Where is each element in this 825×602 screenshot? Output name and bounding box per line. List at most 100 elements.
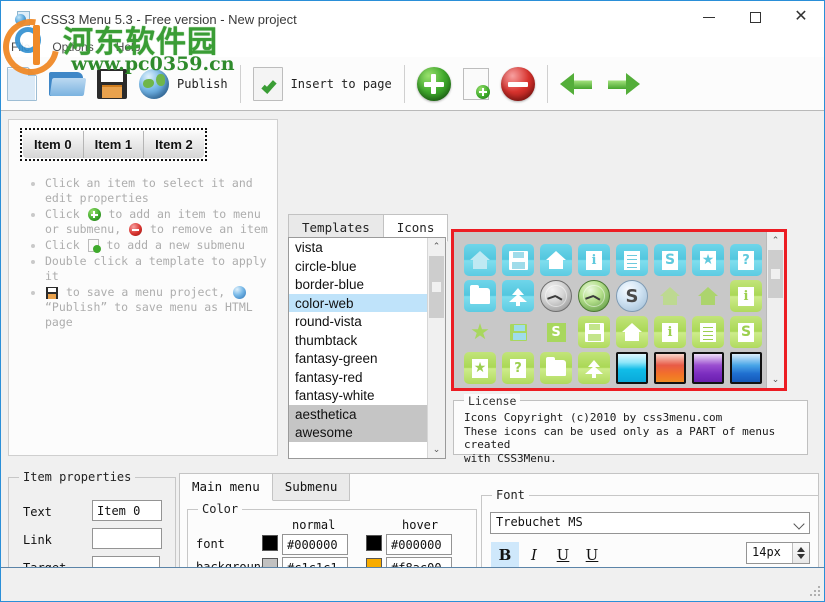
- menu-item-2[interactable]: Item 2: [144, 131, 204, 158]
- icon-tile[interactable]: [575, 315, 613, 351]
- icon-tile[interactable]: [689, 279, 727, 315]
- scrollbar-thumb[interactable]: [429, 256, 444, 318]
- insert-to-page-button[interactable]: Insert to page: [247, 57, 398, 110]
- scroll-up-icon[interactable]: ⌃: [428, 238, 445, 255]
- menu-help[interactable]: Help: [116, 40, 141, 54]
- status-bar: [1, 567, 825, 601]
- bold-button[interactable]: B: [491, 542, 519, 568]
- font-normal-input[interactable]: #000000: [282, 534, 348, 555]
- add-item-button[interactable]: [411, 57, 457, 110]
- icon-tile[interactable]: [613, 243, 651, 279]
- list-item[interactable]: awesome: [289, 423, 427, 442]
- tab-main-menu[interactable]: Main menu: [180, 474, 273, 501]
- list-item[interactable]: round-vista: [289, 312, 427, 331]
- font-size-spinner[interactable]: 14px: [746, 542, 810, 564]
- move-left-button[interactable]: [554, 57, 600, 110]
- icon-tile[interactable]: i: [727, 279, 764, 315]
- underline-alt-button[interactable]: U: [578, 542, 606, 568]
- toolbar-separator-2: [404, 65, 405, 103]
- font-size-value: 14px: [752, 545, 781, 559]
- icons-scrollbar[interactable]: ⌃ ⌄: [766, 232, 784, 388]
- icon-tile[interactable]: [613, 315, 651, 351]
- icons-grid-panel: i S ★ ? S i ★ S: [451, 229, 787, 391]
- list-item[interactable]: fantasy-red: [289, 368, 427, 387]
- icon-set-listbox[interactable]: vista circle-blue border-blue color-web …: [288, 237, 446, 459]
- icon-tile[interactable]: S: [613, 279, 651, 315]
- icon-tile[interactable]: [689, 351, 727, 385]
- resize-grip-icon[interactable]: [810, 586, 822, 598]
- open-project-button[interactable]: [43, 57, 91, 110]
- font-family-select[interactable]: Trebuchet MS: [490, 512, 810, 534]
- icon-tile[interactable]: [651, 279, 689, 315]
- icon-tile[interactable]: i: [575, 243, 613, 279]
- font-family-value: Trebuchet MS: [496, 515, 583, 529]
- icon-tile[interactable]: [727, 351, 764, 385]
- move-right-button[interactable]: [600, 57, 646, 110]
- icon-tile[interactable]: [461, 279, 499, 315]
- hint-list: Click an item to select it and edit prop…: [23, 176, 273, 331]
- minus-icon: [129, 223, 142, 236]
- listbox-scrollbar[interactable]: ⌃ ⌄: [427, 238, 445, 458]
- icon-tile[interactable]: [499, 315, 537, 351]
- underline-button[interactable]: U: [549, 542, 577, 568]
- remove-item-button[interactable]: [495, 57, 541, 110]
- text-label: Text: [23, 505, 52, 519]
- text-input[interactable]: Item 0: [92, 500, 162, 521]
- icon-tile[interactable]: ★: [689, 243, 727, 279]
- save-project-button[interactable]: [91, 57, 133, 110]
- scroll-down-icon[interactable]: ⌄: [428, 441, 445, 458]
- icon-tile[interactable]: S: [727, 315, 764, 351]
- font-normal-swatch[interactable]: [262, 535, 278, 551]
- list-item[interactable]: circle-blue: [289, 257, 427, 276]
- menu-options[interactable]: Options: [52, 40, 93, 54]
- icon-tile[interactable]: [499, 243, 537, 279]
- icon-tile[interactable]: [537, 243, 575, 279]
- icon-tile[interactable]: [575, 351, 613, 385]
- icon-tile[interactable]: ?: [499, 351, 537, 385]
- menu-item-tabs: Item 0 Item 1 Item 2: [20, 128, 207, 161]
- add-submenu-button[interactable]: [457, 57, 495, 110]
- icon-tile[interactable]: ?: [727, 243, 764, 279]
- scrollbar-thumb[interactable]: [768, 250, 783, 298]
- tab-submenu[interactable]: Submenu: [273, 474, 351, 501]
- menu-item-1[interactable]: Item 1: [84, 131, 145, 158]
- list-item[interactable]: aesthetica: [289, 405, 427, 424]
- license-line-3: with CSS3Menu.: [464, 452, 807, 466]
- icon-tile[interactable]: ★: [461, 315, 499, 351]
- icon-tile[interactable]: [689, 315, 727, 351]
- scroll-down-icon[interactable]: ⌄: [767, 371, 784, 388]
- plus-icon: [88, 208, 101, 221]
- icon-tile[interactable]: [461, 243, 499, 279]
- icon-tile[interactable]: ★: [461, 351, 499, 385]
- close-button[interactable]: ✕: [778, 1, 824, 33]
- icon-tile[interactable]: S: [537, 315, 575, 351]
- font-hover-input[interactable]: #000000: [386, 534, 452, 555]
- list-item[interactable]: thumbtack: [289, 331, 427, 350]
- menu-file[interactable]: File: [11, 40, 30, 54]
- font-hover-swatch[interactable]: [366, 535, 382, 551]
- list-item-selected[interactable]: color-web: [289, 294, 427, 313]
- spinner-buttons[interactable]: [792, 543, 809, 563]
- icon-tile[interactable]: [613, 351, 651, 385]
- hover-column-header: hover: [402, 518, 438, 532]
- minimize-button[interactable]: [686, 1, 732, 33]
- icon-tile[interactable]: [537, 351, 575, 385]
- list-item[interactable]: fantasy-green: [289, 349, 427, 368]
- publish-button[interactable]: Publish: [133, 57, 234, 110]
- icon-tile[interactable]: S: [651, 243, 689, 279]
- icon-tile[interactable]: [651, 351, 689, 385]
- icon-tile[interactable]: [575, 279, 613, 315]
- list-item[interactable]: vista: [289, 238, 427, 257]
- list-item[interactable]: fantasy-white: [289, 386, 427, 405]
- scroll-up-icon[interactable]: ⌃: [767, 232, 784, 249]
- new-project-button[interactable]: [1, 57, 43, 110]
- icon-tile[interactable]: i: [651, 315, 689, 351]
- link-input[interactable]: [92, 528, 162, 549]
- icon-tile[interactable]: [537, 279, 575, 315]
- icons-grid: i S ★ ? S i ★ S: [461, 243, 764, 385]
- icon-tile[interactable]: [499, 279, 537, 315]
- maximize-button[interactable]: [732, 1, 778, 33]
- italic-button[interactable]: I: [520, 542, 548, 568]
- menu-item-0[interactable]: Item 0: [23, 131, 84, 158]
- list-item[interactable]: border-blue: [289, 275, 427, 294]
